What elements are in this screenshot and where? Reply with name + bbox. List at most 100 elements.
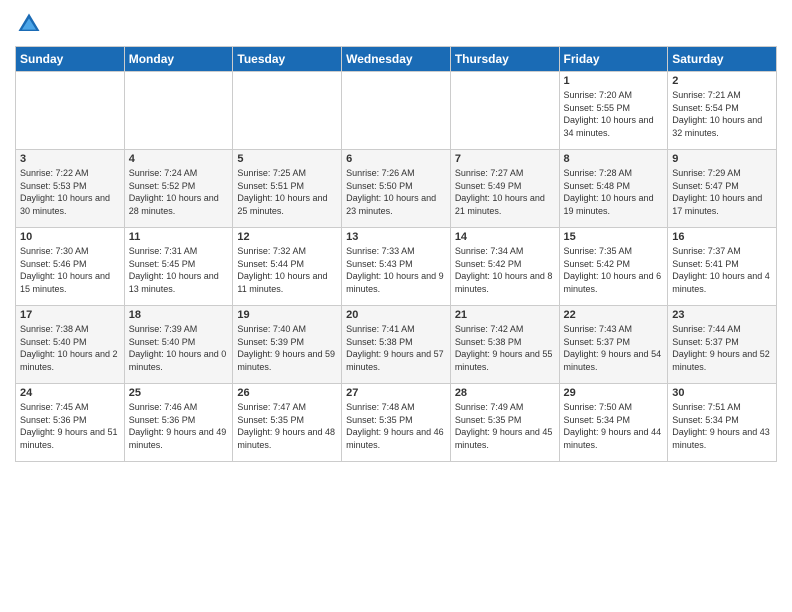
weekday-header: Saturday [668,47,777,72]
weekday-header: Monday [124,47,233,72]
calendar-week-row: 10 Sunrise: 7:30 AM Sunset: 5:46 PM Dayli… [16,228,777,306]
day-number: 6 [346,153,446,165]
calendar-cell [342,72,451,150]
day-info: Sunrise: 7:27 AM Sunset: 5:49 PM Dayligh… [455,167,555,217]
day-number: 24 [20,387,120,399]
day-info: Sunrise: 7:49 AM Sunset: 5:35 PM Dayligh… [455,401,555,451]
calendar-cell: 24 Sunrise: 7:45 AM Sunset: 5:36 PM Dayli… [16,384,125,462]
day-info: Sunrise: 7:26 AM Sunset: 5:50 PM Dayligh… [346,167,446,217]
day-info: Sunrise: 7:35 AM Sunset: 5:42 PM Dayligh… [564,245,664,295]
calendar-cell: 10 Sunrise: 7:30 AM Sunset: 5:46 PM Dayli… [16,228,125,306]
day-info: Sunrise: 7:21 AM Sunset: 5:54 PM Dayligh… [672,89,772,139]
day-number: 13 [346,231,446,243]
day-number: 26 [237,387,337,399]
calendar-cell: 27 Sunrise: 7:48 AM Sunset: 5:35 PM Dayli… [342,384,451,462]
day-number: 10 [20,231,120,243]
day-info: Sunrise: 7:47 AM Sunset: 5:35 PM Dayligh… [237,401,337,451]
day-info: Sunrise: 7:25 AM Sunset: 5:51 PM Dayligh… [237,167,337,217]
day-info: Sunrise: 7:32 AM Sunset: 5:44 PM Dayligh… [237,245,337,295]
day-info: Sunrise: 7:37 AM Sunset: 5:41 PM Dayligh… [672,245,772,295]
day-number: 23 [672,309,772,321]
day-info: Sunrise: 7:30 AM Sunset: 5:46 PM Dayligh… [20,245,120,295]
day-number: 30 [672,387,772,399]
day-number: 17 [20,309,120,321]
day-info: Sunrise: 7:29 AM Sunset: 5:47 PM Dayligh… [672,167,772,217]
calendar-cell: 5 Sunrise: 7:25 AM Sunset: 5:51 PM Daylig… [233,150,342,228]
day-number: 14 [455,231,555,243]
calendar-table: SundayMondayTuesdayWednesdayThursdayFrid… [15,46,777,462]
day-info: Sunrise: 7:20 AM Sunset: 5:55 PM Dayligh… [564,89,664,139]
day-info: Sunrise: 7:46 AM Sunset: 5:36 PM Dayligh… [129,401,229,451]
calendar-header-row: SundayMondayTuesdayWednesdayThursdayFrid… [16,47,777,72]
day-info: Sunrise: 7:22 AM Sunset: 5:53 PM Dayligh… [20,167,120,217]
day-number: 25 [129,387,229,399]
calendar-cell: 9 Sunrise: 7:29 AM Sunset: 5:47 PM Daylig… [668,150,777,228]
calendar-week-row: 3Sunrise: 7:22 AM Sunset: 5:53 PM Daylig… [16,150,777,228]
calendar-cell: 1 Sunrise: 7:20 AM Sunset: 5:55 PM Daylig… [559,72,668,150]
calendar-cell: 3Sunrise: 7:22 AM Sunset: 5:53 PM Daylig… [16,150,125,228]
calendar-cell: 11 Sunrise: 7:31 AM Sunset: 5:45 PM Dayli… [124,228,233,306]
calendar-cell: 23 Sunrise: 7:44 AM Sunset: 5:37 PM Dayli… [668,306,777,384]
calendar-cell: 22 Sunrise: 7:43 AM Sunset: 5:37 PM Dayli… [559,306,668,384]
day-info: Sunrise: 7:24 AM Sunset: 5:52 PM Dayligh… [129,167,229,217]
day-info: Sunrise: 7:48 AM Sunset: 5:35 PM Dayligh… [346,401,446,451]
header [15,10,777,38]
weekday-header: Wednesday [342,47,451,72]
calendar-cell: 4 Sunrise: 7:24 AM Sunset: 5:52 PM Daylig… [124,150,233,228]
day-info: Sunrise: 7:28 AM Sunset: 5:48 PM Dayligh… [564,167,664,217]
day-info: Sunrise: 7:43 AM Sunset: 5:37 PM Dayligh… [564,323,664,373]
weekday-header: Friday [559,47,668,72]
day-number: 20 [346,309,446,321]
calendar-cell: 18 Sunrise: 7:39 AM Sunset: 5:40 PM Dayli… [124,306,233,384]
day-number: 16 [672,231,772,243]
calendar-cell: 21Sunrise: 7:42 AM Sunset: 5:38 PM Dayli… [450,306,559,384]
calendar-cell: 20 Sunrise: 7:41 AM Sunset: 5:38 PM Dayli… [342,306,451,384]
day-number: 18 [129,309,229,321]
day-info: Sunrise: 7:51 AM Sunset: 5:34 PM Dayligh… [672,401,772,451]
day-info: Sunrise: 7:41 AM Sunset: 5:38 PM Dayligh… [346,323,446,373]
calendar-cell: 6 Sunrise: 7:26 AM Sunset: 5:50 PM Daylig… [342,150,451,228]
calendar-cell: 28 Sunrise: 7:49 AM Sunset: 5:35 PM Dayli… [450,384,559,462]
day-number: 7 [455,153,555,165]
day-number: 28 [455,387,555,399]
day-number: 15 [564,231,664,243]
day-number: 21 [455,309,555,321]
logo [15,10,47,38]
day-number: 8 [564,153,664,165]
day-info: Sunrise: 7:44 AM Sunset: 5:37 PM Dayligh… [672,323,772,373]
day-info: Sunrise: 7:50 AM Sunset: 5:34 PM Dayligh… [564,401,664,451]
calendar-cell: 2 Sunrise: 7:21 AM Sunset: 5:54 PM Daylig… [668,72,777,150]
day-number: 12 [237,231,337,243]
weekday-header: Sunday [16,47,125,72]
calendar-cell: 15 Sunrise: 7:35 AM Sunset: 5:42 PM Dayli… [559,228,668,306]
calendar-cell: 12 Sunrise: 7:32 AM Sunset: 5:44 PM Dayli… [233,228,342,306]
day-number: 22 [564,309,664,321]
day-number: 5 [237,153,337,165]
day-number: 4 [129,153,229,165]
weekday-header: Tuesday [233,47,342,72]
day-number: 11 [129,231,229,243]
day-info: Sunrise: 7:31 AM Sunset: 5:45 PM Dayligh… [129,245,229,295]
calendar-cell: 8 Sunrise: 7:28 AM Sunset: 5:48 PM Daylig… [559,150,668,228]
day-info: Sunrise: 7:33 AM Sunset: 5:43 PM Dayligh… [346,245,446,295]
weekday-header: Thursday [450,47,559,72]
calendar-cell: 19Sunrise: 7:40 AM Sunset: 5:39 PM Dayli… [233,306,342,384]
day-info: Sunrise: 7:34 AM Sunset: 5:42 PM Dayligh… [455,245,555,295]
day-number: 27 [346,387,446,399]
day-info: Sunrise: 7:39 AM Sunset: 5:40 PM Dayligh… [129,323,229,373]
calendar-cell [233,72,342,150]
day-number: 2 [672,75,772,87]
day-number: 9 [672,153,772,165]
day-info: Sunrise: 7:40 AM Sunset: 5:39 PM Dayligh… [237,323,337,373]
day-number: 1 [564,75,664,87]
day-info: Sunrise: 7:45 AM Sunset: 5:36 PM Dayligh… [20,401,120,451]
day-number: 29 [564,387,664,399]
calendar-cell [124,72,233,150]
calendar-cell: 14 Sunrise: 7:34 AM Sunset: 5:42 PM Dayli… [450,228,559,306]
calendar-cell: 29 Sunrise: 7:50 AM Sunset: 5:34 PM Dayli… [559,384,668,462]
calendar-cell: 7 Sunrise: 7:27 AM Sunset: 5:49 PM Daylig… [450,150,559,228]
calendar-cell [450,72,559,150]
calendar-week-row: 24 Sunrise: 7:45 AM Sunset: 5:36 PM Dayli… [16,384,777,462]
logo-icon [15,10,43,38]
calendar-cell: 26 Sunrise: 7:47 AM Sunset: 5:35 PM Dayli… [233,384,342,462]
